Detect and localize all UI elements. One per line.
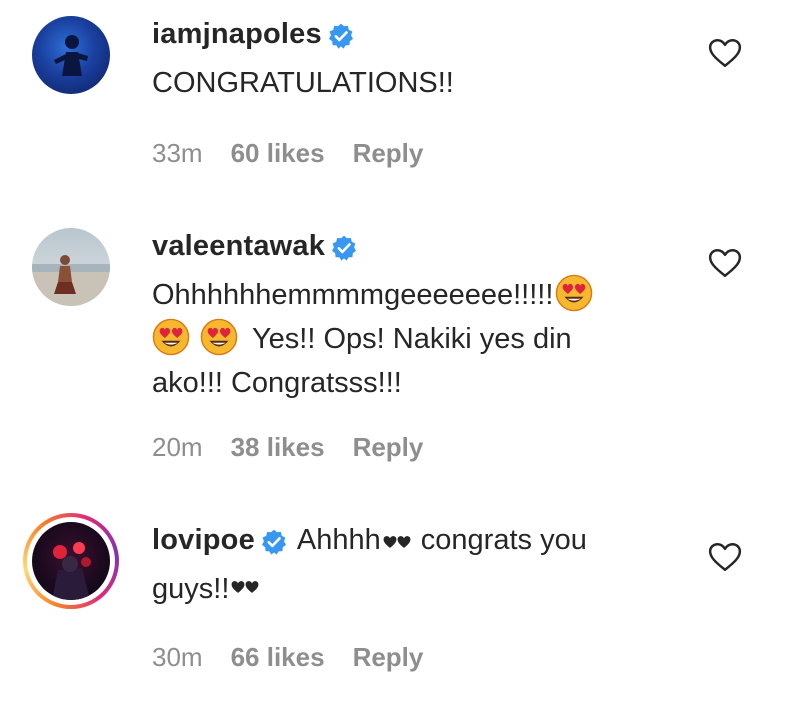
timestamp: 33m xyxy=(152,138,203,168)
comment-text: CONGRATULATIONS!! xyxy=(152,67,454,99)
black-heart-icon xyxy=(245,580,259,594)
reply-button[interactable]: Reply xyxy=(353,642,424,672)
avatar[interactable] xyxy=(32,228,110,306)
comment-text-span: Yes!! Ops! Nakiki yes din xyxy=(252,323,572,355)
timestamp: 20m xyxy=(152,432,203,462)
comment-text: guys!! xyxy=(152,567,259,611)
avatar-image xyxy=(52,542,91,600)
username-link[interactable]: valeentawak xyxy=(152,230,325,262)
likes-count-button[interactable]: 38 likes xyxy=(231,432,325,462)
like-heart-icon[interactable] xyxy=(708,542,742,572)
black-heart-icon xyxy=(231,580,245,594)
comment-text-span: congrats you xyxy=(420,524,587,556)
avatar[interactable] xyxy=(32,16,110,94)
avatar-image xyxy=(32,255,110,306)
reply-button[interactable]: Reply xyxy=(353,138,424,168)
like-heart-icon[interactable] xyxy=(708,38,742,68)
comment-text: Ohhhhhhemmmmgeeeeeee!!!!! Yes!! Ops! Nak… xyxy=(152,273,593,405)
like-heart-icon[interactable] xyxy=(708,248,742,278)
heart-eyes-emoji-icon xyxy=(152,318,190,356)
timestamp: 30m xyxy=(152,642,203,672)
comment-text-span: Ohhhhhhemmmmgeeeeeee!!!!! xyxy=(152,279,554,311)
black-heart-icon xyxy=(397,535,411,549)
story-ring[interactable] xyxy=(23,513,119,609)
likes-count-button[interactable]: 66 likes xyxy=(231,642,325,672)
comment-text-line: ako!!! Congratsss!!! xyxy=(152,367,402,399)
avatar-image xyxy=(54,35,88,76)
comment-text-line: Ohhhhhhemmmmgeeeeeee!!!!! xyxy=(152,273,593,317)
likes-count-button[interactable]: 60 likes xyxy=(231,138,325,168)
comment-text-line: Yes!! Ops! Nakiki yes din xyxy=(152,317,593,361)
comment-header: lovipoe Ahhhh congrats you xyxy=(152,524,587,558)
username-link[interactable]: iamjnapoles xyxy=(152,18,322,50)
black-heart-icon xyxy=(383,535,397,549)
verified-badge-icon xyxy=(261,529,287,555)
comment-text-span: Ahhhh xyxy=(296,524,381,556)
heart-eyes-emoji-icon xyxy=(555,274,593,312)
verified-badge-icon xyxy=(331,235,357,261)
username-link[interactable]: lovipoe xyxy=(152,524,255,556)
comment-header: iamjnapoles xyxy=(152,18,354,52)
comment-meta: 20m 38 likes Reply xyxy=(152,432,451,463)
heart-eyes-emoji-icon xyxy=(200,318,238,356)
comment-meta: 33m 60 likes Reply xyxy=(152,138,451,169)
comment-text-span: guys!! xyxy=(152,573,230,605)
verified-badge-icon xyxy=(328,23,354,49)
comment-meta: 30m 66 likes Reply xyxy=(152,642,451,673)
reply-button[interactable]: Reply xyxy=(353,432,424,462)
avatar xyxy=(32,522,110,600)
comment-header: valeentawak xyxy=(152,230,357,264)
